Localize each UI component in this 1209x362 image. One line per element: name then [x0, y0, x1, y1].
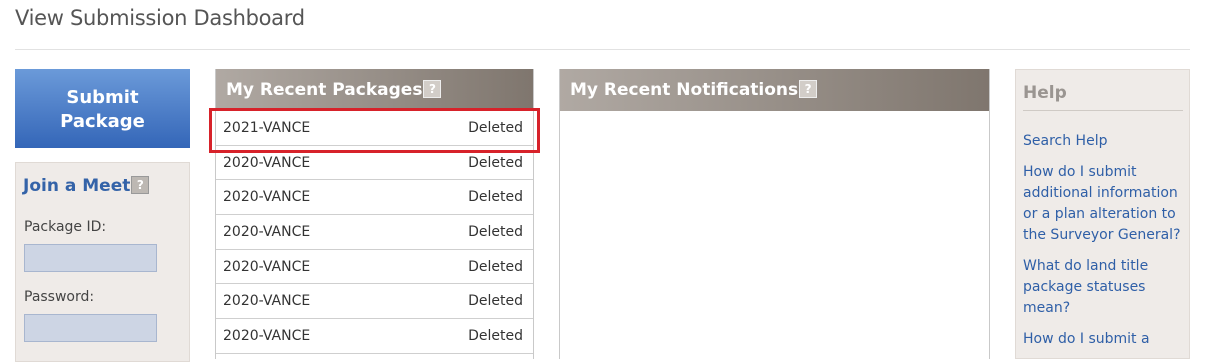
package-status: Deleted — [468, 154, 523, 171]
help-link-how-submit[interactable]: How do I submit a — [1023, 329, 1183, 350]
package-status: Deleted — [468, 258, 523, 275]
package-name[interactable]: 2020-VANCE — [223, 155, 310, 171]
package-id-label: Package ID: — [24, 219, 107, 235]
package-name[interactable]: 2020-VANCE — [223, 328, 310, 344]
help-link-package-statuses[interactable]: What do land title package statuses mean… — [1023, 256, 1183, 319]
package-name[interactable]: 2020-VANCE — [223, 293, 310, 309]
selection-highlight — [209, 108, 540, 153]
package-name[interactable]: 2020-VANCE — [223, 259, 310, 275]
password-input[interactable] — [24, 314, 157, 342]
package-status: Deleted — [468, 223, 523, 240]
package-id-input[interactable] — [24, 244, 157, 272]
package-row[interactable]: 2020-VANCE Deleted — [216, 215, 533, 250]
help-link-search[interactable]: Search Help — [1023, 131, 1183, 152]
question-mark-icon[interactable]: ? — [131, 176, 150, 194]
help-link-submit-additional-info[interactable]: How do I submit additional information o… — [1023, 162, 1183, 246]
join-meet-title: Join a Meet? — [23, 176, 150, 196]
recent-packages-title: My Recent Packages — [226, 80, 423, 100]
recent-notifications-panel: My Recent Notifications? — [559, 69, 990, 359]
package-name[interactable]: 2020-VANCE — [223, 189, 310, 205]
question-mark-icon[interactable]: ? — [423, 80, 442, 98]
help-title: Help — [1023, 83, 1183, 111]
title-divider — [15, 49, 1190, 50]
question-mark-icon[interactable]: ? — [799, 80, 818, 98]
package-status: Deleted — [468, 189, 523, 206]
join-meet-panel: Join a Meet? Package ID: Password: — [15, 162, 190, 362]
help-panel: Help Search Help How do I submit additio… — [1015, 69, 1190, 359]
package-row[interactable]: 2020-VANCE Deleted — [216, 319, 533, 354]
recent-packages-header: My Recent Packages? — [216, 69, 533, 111]
submit-label-line1: Submit — [66, 86, 139, 108]
join-meet-title-text: Join a Meet — [23, 176, 131, 196]
page-title: View Submission Dashboard — [15, 6, 305, 30]
package-row[interactable]: 2020-VANCE Deleted — [216, 180, 533, 216]
submit-package-button[interactable]: Submit Package — [15, 69, 190, 148]
recent-notifications-title: My Recent Notifications — [570, 80, 799, 100]
submit-label-line2: Package — [60, 110, 145, 132]
package-status: Deleted — [468, 293, 523, 310]
package-row[interactable]: 2020-VANCE Deleted — [216, 250, 533, 285]
recent-notifications-header: My Recent Notifications? — [560, 69, 989, 111]
package-status: Deleted — [468, 327, 523, 344]
package-row[interactable]: 2020-VANCE Deleted — [216, 284, 533, 320]
password-label: Password: — [24, 289, 95, 305]
package-name[interactable]: 2020-VANCE — [223, 224, 310, 240]
